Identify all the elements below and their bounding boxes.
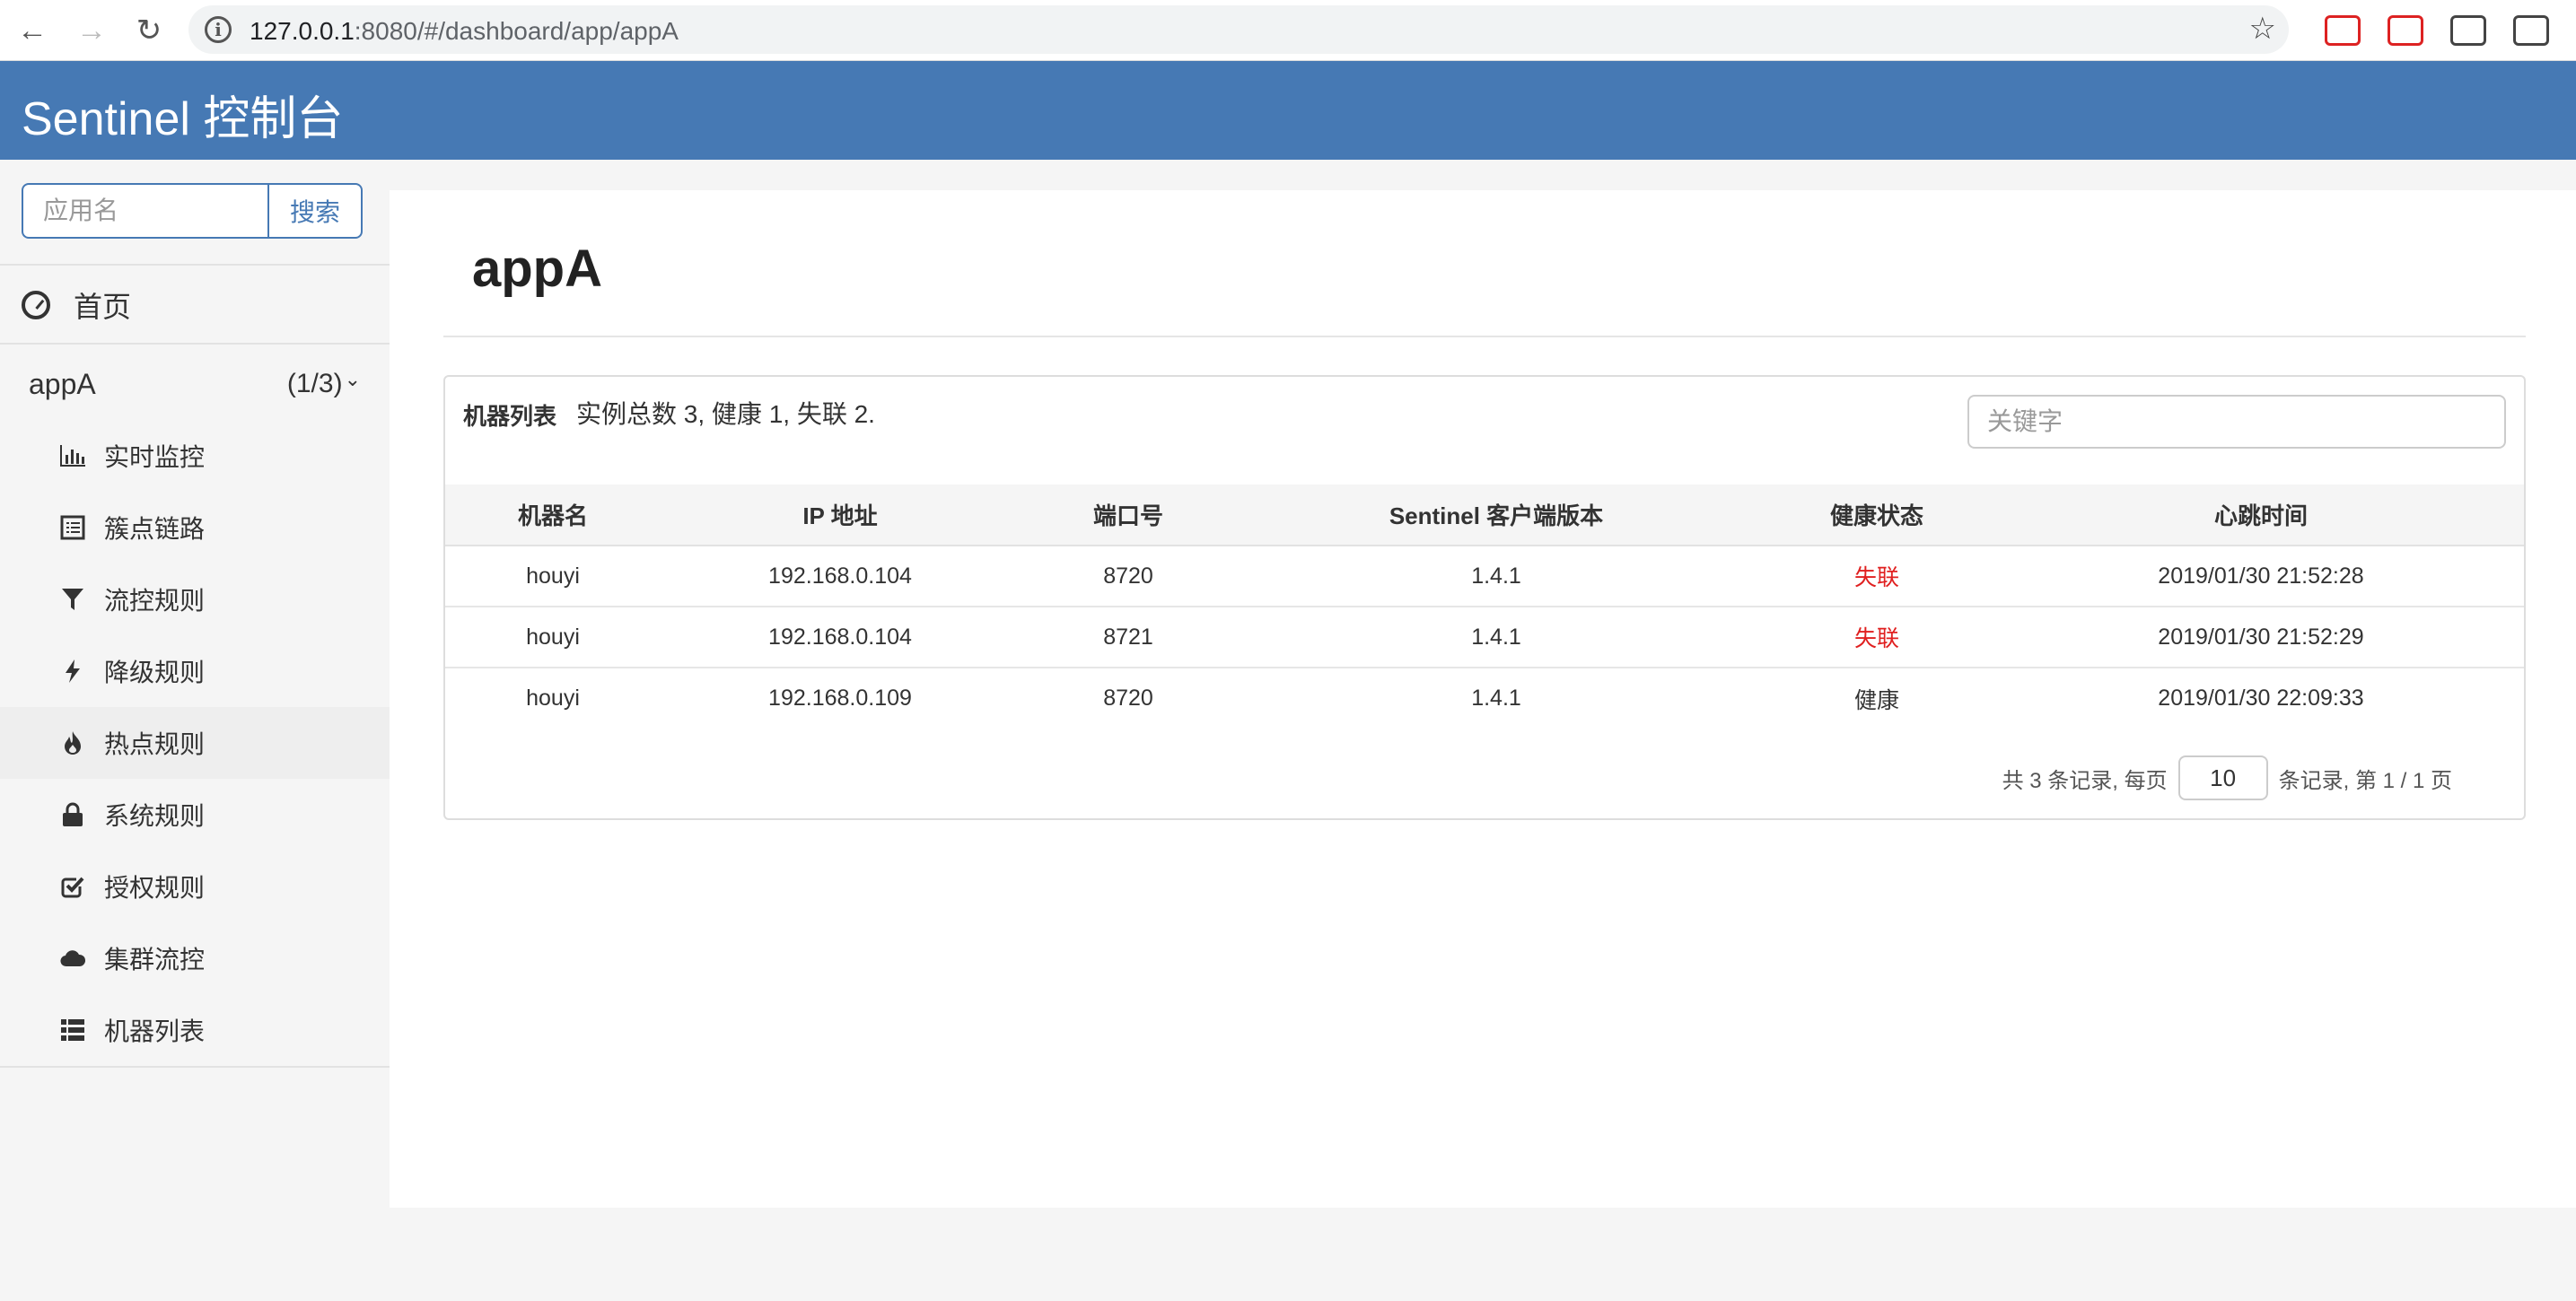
cell-status: 失联 — [1756, 607, 1998, 668]
cell-status: 健康 — [1853, 687, 1899, 713]
extension-icons — [2325, 13, 2567, 48]
back-arrow-icon[interactable]: ← — [13, 11, 52, 50]
cell-version: 1.4.1 — [1237, 546, 1756, 607]
app-header: Sentinel 控制台 — [0, 61, 2576, 160]
sidebar-item-label: 机器列表 — [104, 1017, 206, 1045]
sidebar: 搜索 首页 appA (1/3) ⌄ 实时监控 簇点链路 流控规则 — [0, 160, 390, 1301]
sidebar-app-appA[interactable]: appA (1/3) ⌄ — [0, 346, 390, 422]
lock-icon — [59, 801, 86, 828]
keyword-search-input[interactable] — [1967, 395, 2506, 449]
machine-list-panel: 机器列表 实例总数 3, 健康 1, 失联 2. 机器名 IP 地址 端口号 S… — [443, 375, 2526, 820]
main-content: appA 机器列表 实例总数 3, 健康 1, 失联 2. 机器名 IP 地址 … — [390, 190, 2576, 1208]
th-list-icon — [59, 1017, 86, 1043]
sidebar-item-machine-list[interactable]: 机器列表 — [0, 994, 390, 1066]
app-instance-count: (1/3) — [286, 369, 343, 398]
dashboard-icon — [22, 291, 50, 319]
cell-version: 1.4.1 — [1471, 685, 1521, 711]
profile-icon[interactable] — [2513, 15, 2549, 46]
extension-icon[interactable] — [2388, 15, 2423, 46]
url-text[interactable]: 127.0.0.1:8080/#/dashboard/app/appA — [250, 17, 679, 46]
machine-table: 机器名 IP 地址 端口号 Sentinel 客户端版本 健康状态 心跳时间 h… — [445, 485, 2524, 729]
sidebar-item-flow-rules[interactable]: 流控规则 — [0, 563, 390, 635]
sidebar-divider — [0, 264, 390, 266]
pager-suffix: 条记录, 第 1 / 1 页 — [2278, 768, 2452, 793]
cell-ip: 192.168.0.104 — [661, 607, 1020, 668]
sidebar-divider — [0, 343, 390, 345]
cell-port: 8720 — [1103, 685, 1153, 711]
cell-host: houyi — [445, 607, 661, 668]
column-header: 端口号 — [1020, 485, 1237, 546]
cell-version: 1.4.1 — [1237, 607, 1756, 668]
sidebar-item-hotspot-rules[interactable]: 热点规则 — [0, 707, 390, 779]
search-button[interactable]: 搜索 — [267, 183, 363, 239]
url-path: :8080/#/dashboard/app/appA — [354, 17, 679, 45]
forward-arrow-icon[interactable]: → — [72, 11, 111, 50]
cell-port: 8720 — [1020, 546, 1237, 607]
cell-host: houyi — [526, 685, 580, 711]
sidebar-item-auth-rules[interactable]: 授权规则 — [0, 851, 390, 922]
address-bar[interactable]: i 127.0.0.1:8080/#/dashboard/app/appA ☆ — [188, 5, 2289, 54]
extension-icon[interactable] — [2450, 15, 2486, 46]
table-header-row: 机器名 IP 地址 端口号 Sentinel 客户端版本 健康状态 心跳时间 — [445, 485, 2524, 546]
bar-chart-icon — [59, 442, 86, 469]
list-alt-icon — [59, 514, 86, 541]
page-size-input[interactable] — [2177, 755, 2268, 800]
chevron-down-icon: ⌄ — [344, 368, 361, 390]
sidebar-item-label: 簇点链路 — [104, 515, 206, 543]
app-search-group: 搜索 — [22, 183, 363, 239]
cell-port: 8721 — [1020, 607, 1237, 668]
cell-heartbeat: 2019/01/30 21:52:28 — [1998, 546, 2524, 607]
sidebar-item-label: 集群流控 — [104, 946, 206, 974]
column-header: Sentinel 客户端版本 — [1237, 485, 1756, 546]
pager-prefix: 共 3 条记录, 每页 — [2002, 768, 2168, 793]
column-header: 机器名 — [445, 485, 661, 546]
sidebar-item-system-rules[interactable]: 系统规则 — [0, 779, 390, 851]
bookmark-star-icon[interactable]: ☆ — [2249, 11, 2276, 47]
column-header: 健康状态 — [1756, 485, 1998, 546]
url-host: 127.0.0.1 — [250, 17, 355, 45]
browser-toolbar: ← → ↻ i 127.0.0.1:8080/#/dashboard/app/a… — [0, 0, 2576, 61]
sidebar-item-label: 实时监控 — [104, 443, 206, 471]
table-row: houyi 192.168.0.104 8720 1.4.1 失联 2019/0… — [445, 546, 2524, 607]
fire-icon — [59, 729, 86, 756]
sidebar-item-cluster-link[interactable]: 簇点链路 — [0, 492, 390, 563]
sidebar-item-label: 降级规则 — [104, 659, 206, 686]
sidebar-item-degrade-rules[interactable]: 降级规则 — [0, 635, 390, 707]
cell-ip: 192.168.0.109 — [768, 685, 912, 711]
cell-host: houyi — [445, 546, 661, 607]
app-menu: 实时监控 簇点链路 流控规则 降级规则 热点规则 系统规则 授权规则 集群流控 … — [0, 420, 390, 1066]
app-search-input[interactable] — [22, 183, 267, 239]
filter-icon — [59, 586, 86, 613]
sidebar-item-label: 系统规则 — [104, 802, 206, 830]
instance-summary: 实例总数 3, 健康 1, 失联 2. — [576, 400, 875, 428]
sidebar-item-cluster-flow[interactable]: 集群流控 — [0, 922, 390, 994]
reload-icon[interactable]: ↻ — [129, 11, 169, 50]
column-header: IP 地址 — [661, 485, 1020, 546]
cell-ip: 192.168.0.104 — [661, 546, 1020, 607]
sidebar-item-label: 授权规则 — [104, 874, 206, 902]
table-row: houyi 192.168.0.104 8721 1.4.1 失联 2019/0… — [445, 607, 2524, 668]
sidebar-item-label: 热点规则 — [104, 730, 206, 758]
cloud-icon — [59, 945, 86, 972]
column-header: 心跳时间 — [1998, 485, 2524, 546]
table-row: houyi 192.168.0.109 8720 1.4.1 健康 2019/0… — [445, 668, 2524, 729]
title-divider — [443, 336, 2526, 337]
sidebar-item-label: 首页 — [74, 291, 132, 323]
site-info-icon[interactable]: i — [205, 16, 232, 43]
extension-icon[interactable] — [2325, 15, 2361, 46]
sidebar-item-home[interactable]: 首页 — [0, 267, 390, 343]
page-title: appA — [472, 240, 602, 298]
sidebar-divider — [0, 1066, 390, 1068]
sidebar-item-realtime-monitor[interactable]: 实时监控 — [0, 420, 390, 492]
flash-icon — [59, 658, 86, 685]
check-icon — [59, 873, 86, 900]
panel-label: 机器列表 — [463, 403, 557, 430]
cell-heartbeat: 2019/01/30 21:52:29 — [1998, 607, 2524, 668]
app-title[interactable]: Sentinel 控制台 — [22, 81, 343, 148]
sidebar-item-label: 流控规则 — [104, 587, 206, 615]
pagination: 共 3 条记录, 每页 条记录, 第 1 / 1 页 — [2002, 755, 2452, 800]
app-name: appA — [29, 367, 96, 400]
cell-status: 失联 — [1756, 546, 1998, 607]
cell-heartbeat: 2019/01/30 22:09:33 — [2158, 685, 2364, 711]
